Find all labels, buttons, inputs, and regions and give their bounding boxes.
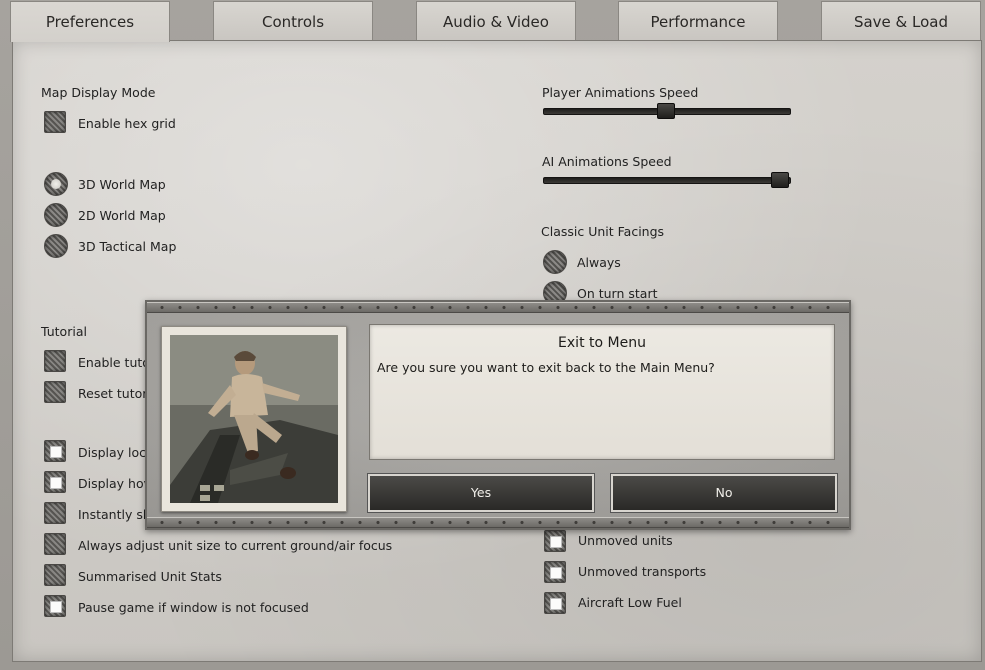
tutorial-heading: Tutorial — [41, 324, 87, 339]
instantly-sh-checkbox[interactable] — [44, 502, 66, 524]
tab-preferences[interactable]: Preferences — [10, 1, 170, 42]
adjust-unit-size-label: Always adjust unit size to current groun… — [78, 538, 393, 553]
map-mode-2d-world-label: 2D World Map — [78, 208, 166, 223]
instantly-sh-label: Instantly sh — [78, 507, 151, 522]
map-display-mode-heading: Map Display Mode — [41, 85, 156, 100]
unmoved-transports-label: Unmoved transports — [578, 564, 707, 579]
yes-button[interactable]: Yes — [367, 473, 595, 513]
enable-tutorial-checkbox[interactable] — [44, 350, 66, 372]
player-anim-speed-label: Player Animations Speed — [542, 85, 699, 100]
map-mode-3d-world-radio[interactable] — [44, 172, 68, 196]
dialog-message: Are you sure you want to exit back to th… — [377, 360, 715, 375]
classic-facings-heading: Classic Unit Facings — [541, 224, 665, 239]
aircraft-low-fuel-label: Aircraft Low Fuel — [578, 595, 682, 610]
pilot-photo — [170, 335, 338, 503]
player-anim-speed-handle[interactable] — [657, 103, 675, 119]
aircraft-low-fuel-checkbox[interactable] — [544, 592, 566, 614]
dialog-message-box: Exit to Menu Are you sure you want to ex… — [369, 324, 835, 460]
map-mode-2d-world-radio[interactable] — [44, 203, 68, 227]
ai-anim-speed-handle[interactable] — [771, 172, 789, 188]
ai-anim-speed-slider[interactable] — [543, 177, 791, 184]
dialog-title: Exit to Menu — [558, 335, 646, 351]
map-mode-3d-world-label: 3D World Map — [78, 177, 166, 192]
pause-unfocused-checkbox[interactable] — [44, 595, 66, 617]
facing-always-radio[interactable] — [543, 250, 567, 274]
display-loca-label: Display loca — [78, 445, 154, 460]
facing-turn-start-label: On turn start — [577, 286, 658, 301]
display-loca-checkbox[interactable] — [44, 440, 66, 462]
reset-tutorial-checkbox[interactable] — [44, 381, 66, 403]
exit-to-menu-dialog: Exit to Menu Are you sure you want to ex… — [145, 300, 851, 530]
summarised-stats-checkbox[interactable] — [44, 564, 66, 586]
adjust-unit-size-checkbox[interactable] — [44, 533, 66, 555]
map-mode-3d-tactical-radio[interactable] — [44, 234, 68, 258]
tab-controls[interactable]: Controls — [213, 1, 373, 40]
pause-unfocused-label: Pause game if window is not focused — [78, 600, 309, 615]
reset-tutorial-label: Reset tutori — [78, 386, 151, 401]
no-button[interactable]: No — [610, 473, 838, 513]
tab-audio-video[interactable]: Audio & Video — [416, 1, 576, 40]
hex-grid-checkbox[interactable] — [44, 111, 66, 133]
unmoved-units-checkbox[interactable] — [544, 530, 566, 552]
game-options-screen: Preferences Controls Audio & Video Perfo… — [0, 0, 985, 670]
ai-anim-speed-label: AI Animations Speed — [542, 154, 672, 169]
tab-save-load[interactable]: Save & Load — [821, 1, 981, 40]
dialog-top-rail — [147, 302, 849, 313]
map-mode-3d-tactical-label: 3D Tactical Map — [78, 239, 177, 254]
display-hov-label: Display hov — [78, 476, 152, 491]
summarised-stats-label: Summarised Unit Stats — [78, 569, 222, 584]
facing-always-label: Always — [577, 255, 621, 270]
unmoved-transports-checkbox[interactable] — [544, 561, 566, 583]
unmoved-units-label: Unmoved units — [578, 533, 673, 548]
hex-grid-label: Enable hex grid — [78, 116, 176, 131]
pilot-illustration — [170, 335, 338, 503]
tab-performance[interactable]: Performance — [618, 1, 778, 40]
enable-tutorial-label: Enable tuto — [78, 355, 150, 370]
dialog-bottom-rail — [147, 517, 849, 528]
display-hov-checkbox[interactable] — [44, 471, 66, 493]
pilot-photo-frame — [161, 326, 347, 512]
